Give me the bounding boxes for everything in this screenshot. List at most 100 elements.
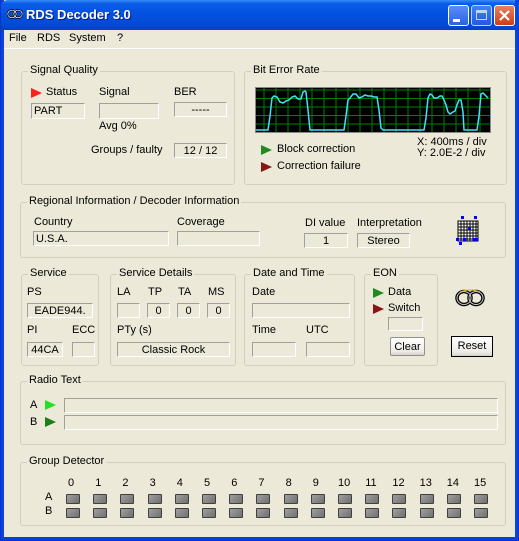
correction-failure-label: Correction failure	[277, 160, 361, 172]
group-led-a-3	[147, 494, 162, 504]
block-correction-label: Block correction	[277, 143, 356, 155]
pi-field: 44CA	[27, 342, 63, 357]
title-bar[interactable]: RDS Decoder 3.0	[1, 0, 519, 30]
group-led-b-7	[256, 508, 271, 518]
pi-label: PI	[27, 324, 38, 336]
window-bottom-border	[1, 537, 518, 540]
group-led-a-2	[120, 494, 135, 504]
group-column-label: 9	[312, 477, 319, 489]
group-detector-title: Group Detector	[27, 455, 107, 467]
close-button[interactable]	[494, 5, 515, 26]
menu-bar: File RDS System ?	[4, 30, 517, 49]
group-column-label: 2	[122, 477, 129, 489]
avg-text: Avg 0%	[99, 120, 137, 132]
group-column-label: 7	[258, 477, 265, 489]
group-column-label: 11	[365, 477, 377, 489]
ta-field: 0	[177, 303, 200, 318]
ber-field: -----	[174, 102, 227, 117]
ecc-field	[72, 342, 95, 357]
group-row-a-label: A	[45, 491, 53, 503]
eon-title: EON	[371, 267, 399, 279]
maximize-icon	[476, 10, 487, 20]
group-led-a-15	[474, 494, 488, 504]
group-led-a-11	[365, 494, 380, 504]
eon-data-label: Data	[388, 286, 412, 298]
ms-field: 0	[207, 303, 230, 318]
group-column-label: 13	[419, 477, 432, 489]
date-time-title: Date and Time	[251, 267, 327, 279]
menu-system[interactable]: System	[69, 32, 106, 44]
ber-scope-plot	[256, 88, 490, 132]
group-led-a-10	[338, 494, 352, 504]
group-column-label: 15	[474, 477, 487, 489]
ta-label: TA	[178, 286, 192, 298]
radio-text-b-field	[64, 415, 498, 430]
group-led-a-14	[446, 494, 461, 504]
ber-label: BER	[174, 86, 197, 98]
eon-data-flag-icon	[373, 288, 384, 298]
date-field	[252, 303, 350, 318]
group-led-a-0	[66, 494, 80, 504]
groups-faulty-label: Groups / faulty	[91, 144, 163, 156]
ber-scope	[255, 87, 491, 133]
group-led-a-9	[310, 494, 325, 504]
group-led-b-9	[310, 508, 325, 518]
ps-field: EADE944.	[27, 303, 93, 318]
clear-button[interactable]: Clear	[390, 337, 425, 356]
time-label: Time	[252, 324, 277, 336]
bit-error-rate-title: Bit Error Rate	[251, 64, 322, 76]
block-correction-flag-icon	[261, 145, 272, 155]
group-led-a-4	[174, 494, 189, 504]
radio-text-title: Radio Text	[27, 374, 83, 386]
group-column-label: 8	[285, 477, 292, 489]
menu-help[interactable]: ?	[117, 32, 123, 44]
rds-logo-icon	[7, 9, 23, 19]
ecc-label: ECC	[72, 324, 96, 336]
group-led-b-10	[338, 508, 352, 518]
minimize-button[interactable]	[448, 5, 469, 26]
eon-switch-flag-icon	[373, 304, 384, 314]
group-led-b-3	[147, 508, 162, 518]
decoder-grid-icon[interactable]	[456, 215, 486, 249]
status-label: Status	[46, 86, 78, 98]
group-led-b-11	[365, 508, 380, 518]
regional-info-group: Regional Information / Decoder Informati…	[20, 195, 506, 258]
eon-field	[388, 317, 423, 331]
group-led-b-0	[66, 508, 80, 518]
group-led-b-15	[474, 508, 488, 518]
menu-file[interactable]: File	[9, 32, 27, 44]
group-led-b-14	[446, 508, 461, 518]
service-details-title: Service Details	[117, 267, 195, 279]
group-led-b-1	[93, 508, 108, 518]
utc-field	[306, 342, 350, 357]
correction-failure-flag-icon	[261, 162, 272, 172]
group-column-label: 0	[68, 477, 75, 489]
la-label: LA	[117, 286, 131, 298]
utc-label: UTC	[306, 324, 329, 336]
tp-label: TP	[148, 286, 163, 298]
group-led-a-7	[256, 494, 271, 504]
group-column-label: 6	[231, 477, 238, 489]
menu-rds[interactable]: RDS	[37, 32, 60, 44]
groups-faulty-field: 12 / 12	[174, 143, 227, 158]
radio-text-b-flag-icon	[45, 417, 56, 427]
maximize-button[interactable]	[471, 5, 492, 26]
ms-label: MS	[208, 286, 225, 298]
radio-text-a-field	[64, 398, 498, 413]
pty-field: Classic Rock	[117, 342, 230, 357]
group-column-label: 5	[204, 477, 211, 489]
group-led-a-13	[419, 494, 434, 504]
group-led-a-6	[229, 494, 244, 504]
signal-label: Signal	[99, 86, 130, 98]
group-led-b-2	[120, 508, 135, 518]
close-icon	[499, 10, 510, 21]
reset-button[interactable]: Reset	[451, 336, 493, 357]
time-field	[252, 342, 296, 357]
coverage-label: Coverage	[177, 216, 225, 228]
interpretation-label: Interpretation	[357, 217, 422, 229]
group-led-a-12	[392, 494, 407, 504]
group-led-b-8	[283, 508, 298, 518]
group-led-b-13	[419, 508, 434, 518]
service-title: Service	[28, 267, 69, 279]
minimize-icon	[453, 19, 460, 22]
